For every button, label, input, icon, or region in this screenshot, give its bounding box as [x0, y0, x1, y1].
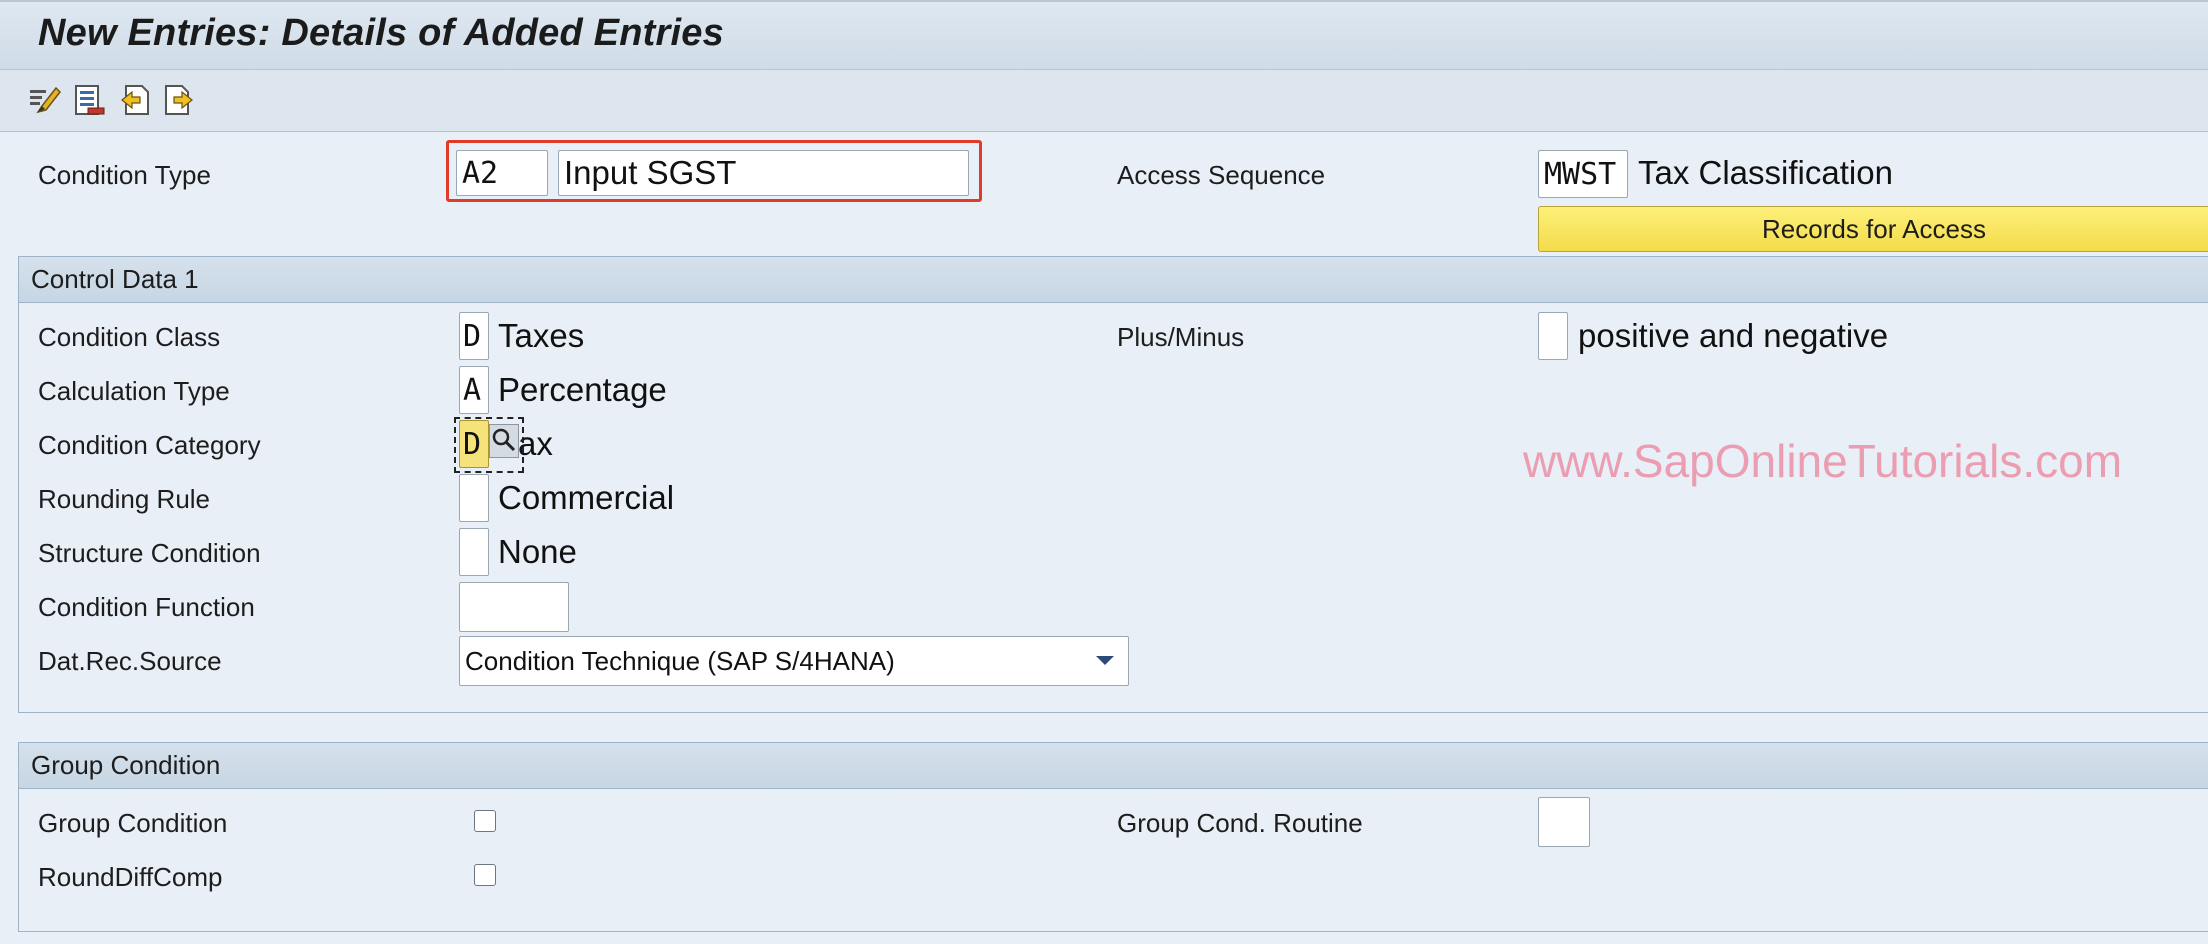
access-sequence-input[interactable]: MWST — [1538, 150, 1628, 198]
value-help-button[interactable] — [489, 424, 519, 458]
structure-condition-label: Structure Condition — [38, 538, 261, 568]
previous-entry-icon[interactable] — [118, 82, 152, 118]
condition-function-input[interactable] — [459, 582, 569, 632]
structure-condition-input[interactable] — [459, 528, 489, 576]
rounding-rule-description: Commercial — [498, 479, 675, 516]
condition-type-code-input[interactable]: A2 — [456, 150, 548, 196]
condition-category-input[interactable]: D — [459, 420, 489, 468]
condition-type-label: Condition Type — [38, 160, 211, 190]
dat-rec-source-value: Condition Technique (SAP S/4HANA) — [465, 645, 895, 676]
edit-pencil-icon[interactable] — [28, 82, 62, 118]
watermark-text: www.SapOnlineTutorials.com — [1523, 435, 2123, 487]
group-condition-section-header: Group Condition — [19, 743, 2208, 789]
structure-condition-description: None — [498, 533, 577, 570]
plus-minus-label: Plus/Minus — [1117, 322, 1245, 352]
group-cond-routine-input[interactable] — [1538, 797, 1590, 847]
group-condition-label: Group Condition — [38, 808, 228, 838]
rounding-rule-label: Rounding Rule — [38, 484, 211, 514]
access-sequence-label: Access Sequence — [1117, 160, 1326, 190]
page-title: New Entries: Details of Added Entries — [38, 12, 724, 54]
control-data-section-header: Control Data 1 — [19, 257, 2208, 303]
condition-category-label: Condition Category — [38, 430, 261, 460]
plus-minus-input[interactable] — [1538, 312, 1568, 360]
chevron-down-icon[interactable] — [1093, 650, 1117, 670]
search-icon — [492, 428, 516, 452]
rounding-rule-input[interactable] — [459, 474, 489, 522]
plus-minus-description: positive and negative — [1578, 317, 1889, 354]
application-toolbar — [0, 70, 2208, 132]
round-diff-comp-label: RoundDiffComp — [38, 862, 223, 892]
group-cond-routine-label: Group Cond. Routine — [1117, 808, 1363, 838]
dat-rec-source-dropdown[interactable]: Condition Technique (SAP S/4HANA) — [459, 636, 1129, 686]
group-condition-checkbox[interactable] — [474, 810, 496, 832]
dat-rec-source-label: Dat.Rec.Source — [38, 646, 222, 676]
condition-class-description: Taxes — [498, 317, 585, 354]
condition-class-input[interactable]: D — [459, 312, 489, 360]
access-sequence-description: Tax Classification — [1638, 154, 1893, 191]
calculation-type-description: Percentage — [498, 371, 667, 408]
condition-type-description: Input SGST — [558, 150, 969, 196]
next-entry-icon[interactable] — [162, 82, 196, 118]
calculation-type-input[interactable]: A — [459, 366, 489, 414]
condition-function-label: Condition Function — [38, 592, 255, 622]
condition-class-label: Condition Class — [38, 322, 221, 352]
round-diff-comp-checkbox[interactable] — [474, 864, 496, 886]
calculation-type-label: Calculation Type — [38, 376, 230, 406]
records-for-access-button[interactable]: Records for Access — [1538, 206, 2208, 252]
save-list-icon[interactable] — [72, 82, 106, 118]
